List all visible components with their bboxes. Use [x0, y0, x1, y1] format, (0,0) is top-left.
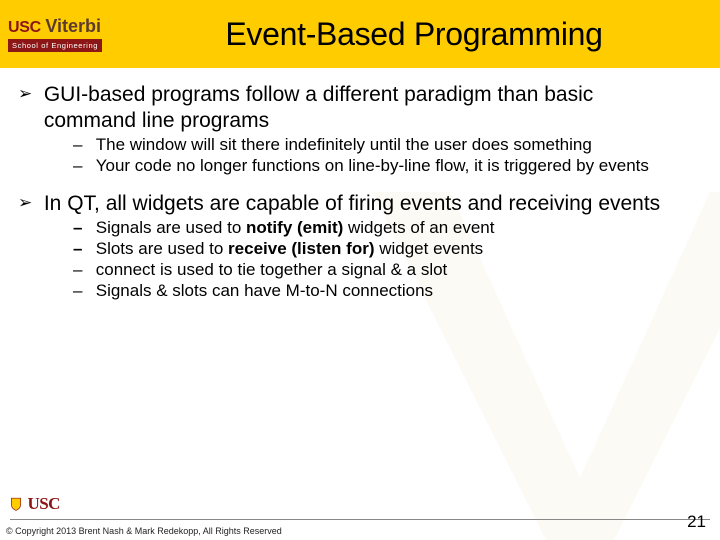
- page-number: 21: [687, 512, 706, 532]
- list-item: – The window will sit there indefinitely…: [73, 135, 702, 156]
- logo-top-text: USC: [8, 19, 41, 36]
- copyright-text: © Copyright 2013 Brent Nash & Mark Redek…: [6, 526, 282, 536]
- slide-content: ➢ GUI-based programs follow a different …: [0, 68, 720, 301]
- dash-icon: –: [73, 260, 91, 281]
- bullet-1-sublist: – The window will sit there indefinitely…: [18, 135, 702, 176]
- footer-divider: [10, 519, 710, 520]
- dash-icon: –: [73, 135, 91, 156]
- list-item: – Signals are used to notify (emit) widg…: [73, 218, 702, 239]
- slide-title: Event-Based Programming: [158, 16, 720, 53]
- sub-item-text: The window will sit there indefinitely u…: [96, 135, 686, 156]
- list-item: – Signals & slots can have M-to-N connec…: [73, 281, 702, 302]
- logo-sub-text: School of Engineering: [8, 39, 102, 52]
- sub-item-text: Signals are used to notify (emit) widget…: [96, 218, 686, 239]
- arrow-icon: ➢: [18, 191, 38, 214]
- shield-icon: [10, 497, 22, 511]
- header-band: USC Viterbi School of Engineering Event-…: [0, 0, 720, 68]
- bullet-1-text: GUI-based programs follow a different pa…: [44, 82, 684, 133]
- sub-item-text: Signals & slots can have M-to-N connecti…: [96, 281, 686, 302]
- arrow-icon: ➢: [18, 82, 38, 105]
- list-item: – connect is used to tie together a sign…: [73, 260, 702, 281]
- list-item: – Slots are used to receive (listen for)…: [73, 239, 702, 260]
- bullet-2: ➢ In QT, all widgets are capable of firi…: [18, 191, 702, 217]
- bullet-2-text: In QT, all widgets are capable of firing…: [44, 191, 684, 217]
- logo-main-text: Viterbi: [45, 16, 101, 36]
- bullet-1: ➢ GUI-based programs follow a different …: [18, 82, 702, 133]
- footer-usc-logo: USC: [10, 494, 60, 514]
- dash-icon: –: [73, 281, 91, 302]
- sub-item-text: Your code no longer functions on line-by…: [96, 156, 686, 177]
- dash-icon: –: [73, 156, 91, 177]
- dash-icon: –: [73, 218, 91, 239]
- bullet-2-sublist: – Signals are used to notify (emit) widg…: [18, 218, 702, 301]
- list-item: – Your code no longer functions on line-…: [73, 156, 702, 177]
- usc-viterbi-logo: USC Viterbi School of Engineering: [0, 0, 158, 68]
- dash-icon: –: [73, 239, 91, 260]
- footer-logo-text: USC: [27, 494, 60, 514]
- sub-item-text: connect is used to tie together a signal…: [96, 260, 686, 281]
- sub-item-text: Slots are used to receive (listen for) w…: [96, 239, 686, 260]
